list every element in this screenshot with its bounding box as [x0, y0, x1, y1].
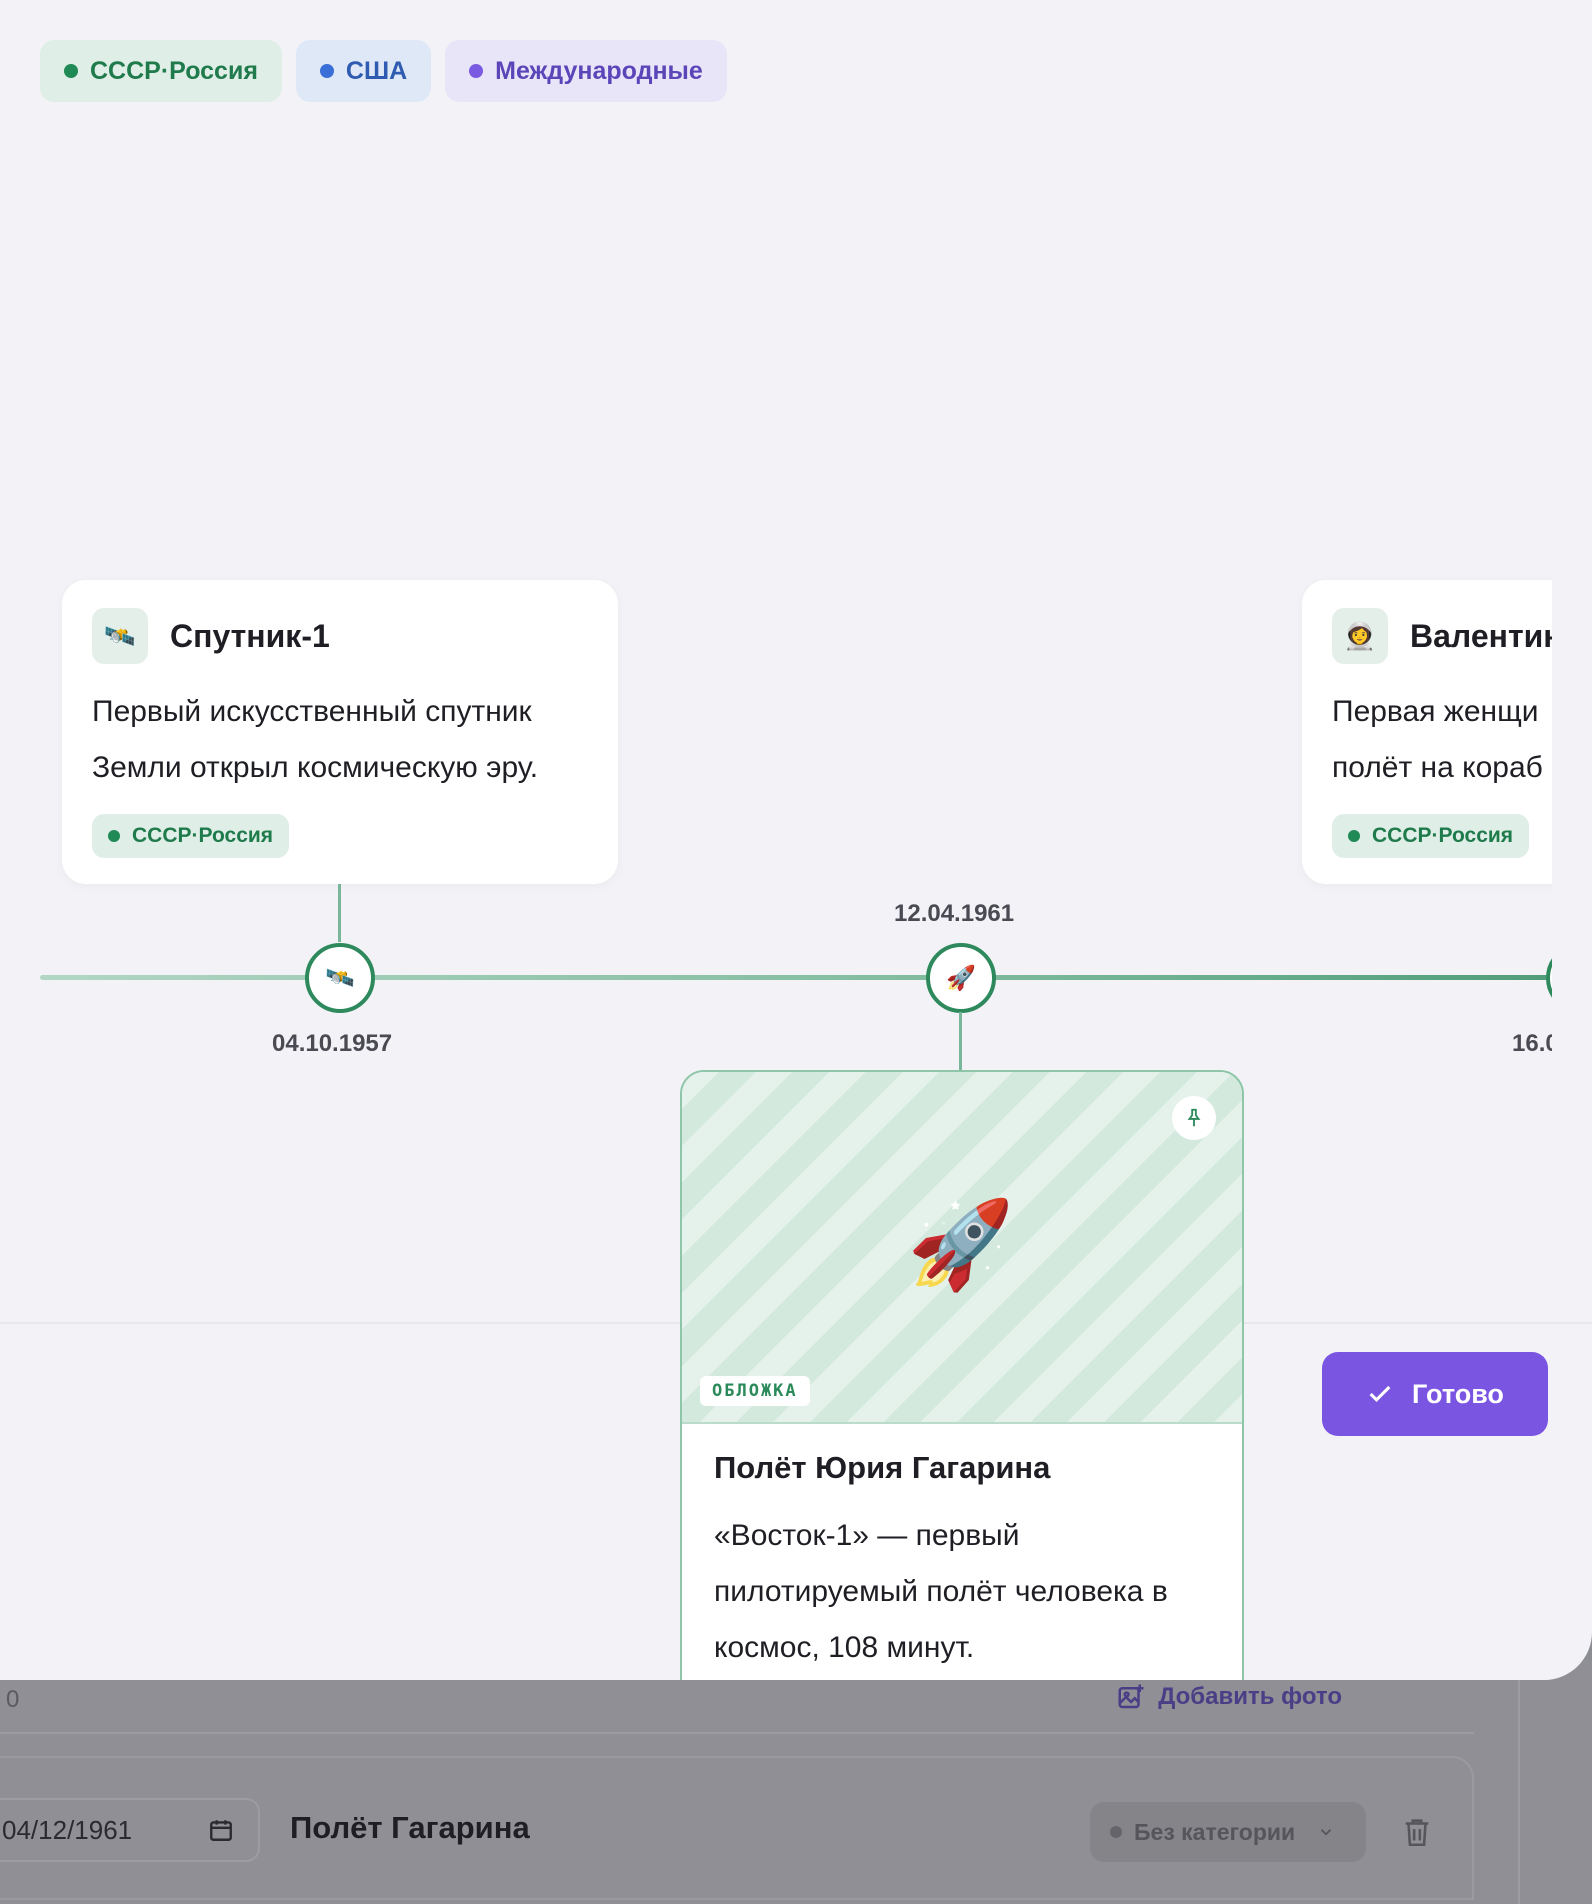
event-card-sputnik[interactable]: 🛰️ Спутник-1 Первый искусственный спутни… — [62, 580, 618, 884]
category-select[interactable]: Без категории — [1090, 1802, 1366, 1862]
check-icon — [1369, 1385, 1391, 1402]
row-text: 0 — [6, 1686, 20, 1713]
event-tag: СССР·Россия — [92, 814, 290, 858]
description-line: Земли открыл космическую эру. — [92, 751, 539, 784]
legend-dot — [64, 64, 78, 78]
tag-dot — [1348, 830, 1360, 842]
description-line: полёт на кораб — [1332, 751, 1543, 784]
pin-button[interactable] — [1172, 1096, 1216, 1140]
category-label: Без категории — [1134, 1818, 1296, 1845]
event-date: 04.10.1957 — [272, 1030, 393, 1057]
event-title: Валентин — [1410, 617, 1552, 654]
calendar-icon — [210, 1820, 232, 1841]
legend-chip-ussr[interactable]: СССР·Россия — [40, 40, 282, 102]
category-legend: СССР·Россия США Международные — [40, 40, 727, 102]
add-photo-button[interactable]: Добавить фото — [1116, 1682, 1342, 1712]
rocket-icon: 🚀 — [907, 1197, 1015, 1293]
satellite-icon: 🛰️ — [92, 608, 148, 664]
scroll-edge — [1518, 1660, 1520, 1904]
event-node-astronaut-icon[interactable] — [1546, 943, 1552, 1013]
event-connector — [959, 1012, 962, 1070]
event-card-tereshkova[interactable]: 👩‍🚀 Валентин Первая женщи полёт на кораб… — [1302, 580, 1552, 884]
add-photo-label: Добавить фото — [1158, 1683, 1342, 1710]
cover-badge: ОБЛОЖКА — [700, 1376, 810, 1406]
tag-dot — [108, 830, 120, 842]
astronaut-icon: 👩‍🚀 — [1332, 608, 1388, 664]
chevron-down-icon — [1321, 1829, 1332, 1836]
legend-label: СССР·Россия — [90, 56, 258, 85]
description-line: космос, 108 минут. — [714, 1631, 975, 1664]
event-title-field[interactable]: Полёт Гагарина — [290, 1810, 530, 1846]
event-description: Первая женщи полёт на кораб — [1332, 684, 1543, 796]
event-date: 16.0 — [1512, 1030, 1552, 1057]
description-line: Первая женщи — [1332, 695, 1539, 728]
cover-image: 🚀 ОБЛОЖКА — [682, 1072, 1242, 1424]
tag-label: СССР·Россия — [132, 824, 274, 847]
event-card-gagarin[interactable]: 🚀 ОБЛОЖКА Полёт Юрия Гагарина «Восток-1»… — [680, 1070, 1244, 1680]
timeline-axis — [40, 975, 1552, 980]
legend-chip-international[interactable]: Международные — [445, 40, 727, 102]
event-tag: СССР·Россия — [1332, 814, 1530, 858]
editor-row: 04/12/1961 Полёт Гагарина Без категории — [0, 1756, 1474, 1900]
background-editor: 0 Добавить фото 04/12/1961 Полёт Гагарин… — [0, 1660, 1592, 1904]
done-button[interactable]: Готово — [1322, 1352, 1548, 1436]
date-input[interactable]: 04/12/1961 — [0, 1798, 260, 1862]
description-line: «Восток-1» — первый — [714, 1519, 1020, 1552]
legend-dot — [469, 64, 484, 78]
event-title: Полёт Юрия Гагарина — [714, 1450, 1051, 1485]
pin-icon — [1187, 1108, 1201, 1127]
date-value: 04/12/1961 — [2, 1814, 133, 1845]
event-description: «Восток-1» — первый пилотируемый полёт ч… — [714, 1508, 1214, 1676]
event-connector — [338, 884, 341, 942]
legend-dot — [319, 64, 334, 78]
done-label: Готово — [1412, 1378, 1504, 1409]
description-line: пилотируемый полёт человека в — [714, 1575, 1168, 1608]
legend-chip-usa[interactable]: США — [295, 40, 432, 102]
description-line: Первый искусственный спутник — [92, 695, 532, 728]
tag-label: СССР·Россия — [1372, 824, 1514, 847]
event-description: Первый искусственный спутник Земли откры… — [92, 684, 538, 796]
event-title: Спутник-1 — [170, 617, 330, 654]
event-node-satellite-icon[interactable]: 🛰️ — [305, 943, 375, 1013]
event-date: 12.04.1961 — [894, 900, 1015, 927]
image-plus-icon — [1118, 1684, 1144, 1709]
trash-icon[interactable] — [1400, 1814, 1434, 1850]
legend-label: Международные — [495, 56, 703, 85]
category-dot — [1110, 1826, 1122, 1838]
legend-label: США — [345, 56, 408, 85]
timeline-preview-modal: СССР·Россия США Международные 🛰️ Спутник… — [0, 0, 1592, 1680]
event-node-rocket-icon[interactable]: 🚀 — [926, 943, 996, 1013]
